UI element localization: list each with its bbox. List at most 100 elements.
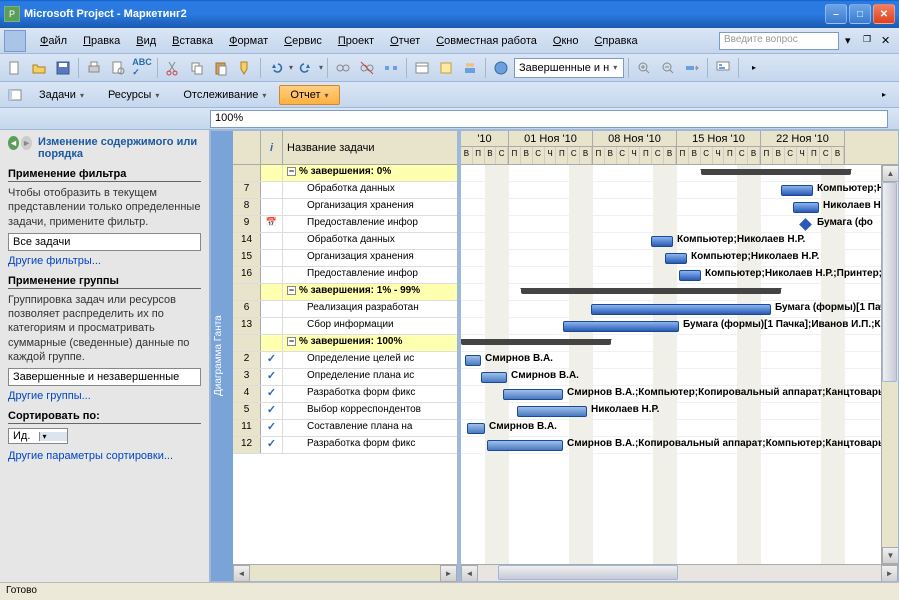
summary-bar[interactable] (461, 339, 611, 345)
print-preview-button[interactable] (107, 57, 129, 79)
task-row[interactable]: 6Реализация разработан (233, 301, 457, 318)
tab-report[interactable]: Отчет▾ (279, 85, 339, 105)
milestone-icon[interactable] (799, 218, 812, 231)
gantt-row[interactable] (461, 165, 898, 182)
menu-item[interactable]: Сервис (276, 31, 330, 51)
gantt-row[interactable]: Бумага (формы)[1 Пач (461, 301, 898, 318)
gantt-row[interactable] (461, 284, 898, 301)
task-row[interactable]: 7Обработка данных (233, 182, 457, 199)
gantt-scroll-left-icon[interactable]: ◄ (461, 565, 478, 581)
tab-tasks[interactable]: Задачи▾ (28, 85, 95, 105)
task-notes-button[interactable] (435, 57, 457, 79)
mdi-close-icon[interactable]: ✕ (881, 34, 895, 48)
minimize-button[interactable]: – (825, 4, 847, 24)
tab-tracking[interactable]: Отслеживание▾ (172, 85, 277, 105)
gantt-row[interactable]: Компьютер;Николаев Н.Р. (461, 233, 898, 250)
help-search-input[interactable]: Введите вопрос (719, 32, 839, 50)
save-button[interactable] (52, 57, 74, 79)
task-info-button[interactable] (411, 57, 433, 79)
undo-button[interactable] (265, 57, 287, 79)
scroll-up-icon[interactable]: ▲ (882, 165, 898, 182)
gantt-row[interactable]: Бумага (фо (461, 216, 898, 233)
task-row[interactable]: 16Предоставление инфор (233, 267, 457, 284)
app-menu-icon[interactable] (4, 30, 26, 52)
viewbar-options[interactable]: ▸ (873, 84, 895, 106)
summary-bar[interactable] (701, 169, 851, 175)
restore-window-icon[interactable]: ▾ (845, 34, 859, 48)
task-bar[interactable] (563, 321, 679, 332)
task-bar[interactable] (467, 423, 485, 434)
task-bar[interactable] (503, 389, 563, 400)
menu-item[interactable]: Окно (545, 31, 587, 51)
group-row[interactable]: −% завершения: 1% - 99% (233, 284, 457, 301)
print-button[interactable] (83, 57, 105, 79)
task-row[interactable]: 3✓Определение плана ис (233, 369, 457, 386)
toolbar-options[interactable]: ▸ (743, 57, 765, 79)
task-row[interactable]: 4✓Разработка форм фикс (233, 386, 457, 403)
assign-resources-button[interactable] (459, 57, 481, 79)
unlink-button[interactable] (356, 57, 378, 79)
group-row[interactable]: −% завершения: 0% (233, 165, 457, 182)
scroll-right-icon[interactable]: ► (440, 565, 457, 582)
paste-button[interactable] (210, 57, 232, 79)
task-bar[interactable] (793, 202, 819, 213)
view-icon[interactable] (4, 84, 26, 106)
gantt-row[interactable]: Смирнов В.А. (461, 352, 898, 369)
gantt-row[interactable]: Николаев Н.Р. (461, 403, 898, 420)
group-row[interactable]: −% завершения: 100% (233, 335, 457, 352)
tab-resources[interactable]: Ресурсы▾ (97, 85, 170, 105)
open-button[interactable] (28, 57, 50, 79)
task-bar[interactable] (651, 236, 673, 247)
task-bar[interactable] (665, 253, 687, 264)
menu-item[interactable]: Проект (330, 31, 382, 51)
task-bar[interactable] (679, 270, 701, 281)
scroll-down-icon[interactable]: ▼ (882, 547, 898, 564)
split-task-button[interactable] (380, 57, 402, 79)
task-bar[interactable] (517, 406, 587, 417)
gantt-row[interactable]: Компьютер;Николаев Н.Р. (461, 250, 898, 267)
more-filters-link[interactable]: Другие фильтры... (8, 255, 201, 267)
task-row[interactable]: 2✓Определение целей ис (233, 352, 457, 369)
task-bar[interactable] (781, 185, 813, 196)
gantt-hscroll[interactable]: ◄ ► (461, 564, 898, 581)
task-row[interactable]: 8Организация хранения (233, 199, 457, 216)
task-row[interactable]: 5✓Выбор корреспондентов (233, 403, 457, 420)
gantt-row[interactable] (461, 335, 898, 352)
gantt-scroll-right-icon[interactable]: ► (881, 565, 898, 581)
gantt-row[interactable]: Смирнов В.А.;Копировальный аппарат;Компь… (461, 437, 898, 454)
menu-item[interactable]: Совместная работа (428, 31, 545, 51)
format-painter-button[interactable] (234, 57, 256, 79)
nav-forward-icon[interactable]: ► (21, 136, 32, 150)
task-row[interactable]: 12✓Разработка форм фикс (233, 437, 457, 454)
gantt-row[interactable]: Компьютер;Николаев Н.Р.;Принтер; (461, 267, 898, 284)
menu-item[interactable]: Вставка (164, 31, 221, 51)
publish-button[interactable] (490, 57, 512, 79)
menu-item[interactable]: Правка (75, 31, 128, 51)
gantt-row[interactable]: Бумага (формы)[1 Пачка];Иванов И.П.;Кан (461, 318, 898, 335)
redo-dropdown[interactable]: ▾ (319, 63, 323, 72)
menu-item[interactable]: Формат (221, 31, 276, 51)
entry-field[interactable]: 100% (210, 110, 888, 128)
cut-button[interactable] (162, 57, 184, 79)
grid-hscroll[interactable]: ◄ ► (233, 564, 457, 581)
nav-back-icon[interactable]: ◄ (8, 136, 19, 150)
menu-item[interactable]: Файл (32, 31, 75, 51)
menu-item[interactable]: Вид (128, 31, 164, 51)
gantt-row[interactable]: Смирнов В.А.;Компьютер;Копировальный апп… (461, 386, 898, 403)
more-groups-link[interactable]: Другие группы... (8, 390, 201, 402)
filter-input[interactable]: Все задачи (8, 233, 201, 251)
task-bar[interactable] (465, 355, 481, 366)
task-bar[interactable] (481, 372, 507, 383)
gantt-vscroll[interactable]: ▲ ▼ (881, 165, 898, 564)
gantt-row[interactable]: Николаев Н (461, 199, 898, 216)
undo-dropdown[interactable]: ▾ (289, 63, 293, 72)
zoom-in-button[interactable] (633, 57, 655, 79)
col-id[interactable] (233, 131, 261, 164)
task-row[interactable]: 11✓Составление плана на (233, 420, 457, 437)
summary-bar[interactable] (521, 288, 781, 294)
maximize-button[interactable]: □ (849, 4, 871, 24)
sort-select[interactable]: Ид.▾ (8, 428, 68, 444)
mdi-restore-icon[interactable]: ❐ (863, 34, 877, 48)
spelling-button[interactable]: ABC✓ (131, 57, 153, 79)
scroll-left-icon[interactable]: ◄ (233, 565, 250, 582)
